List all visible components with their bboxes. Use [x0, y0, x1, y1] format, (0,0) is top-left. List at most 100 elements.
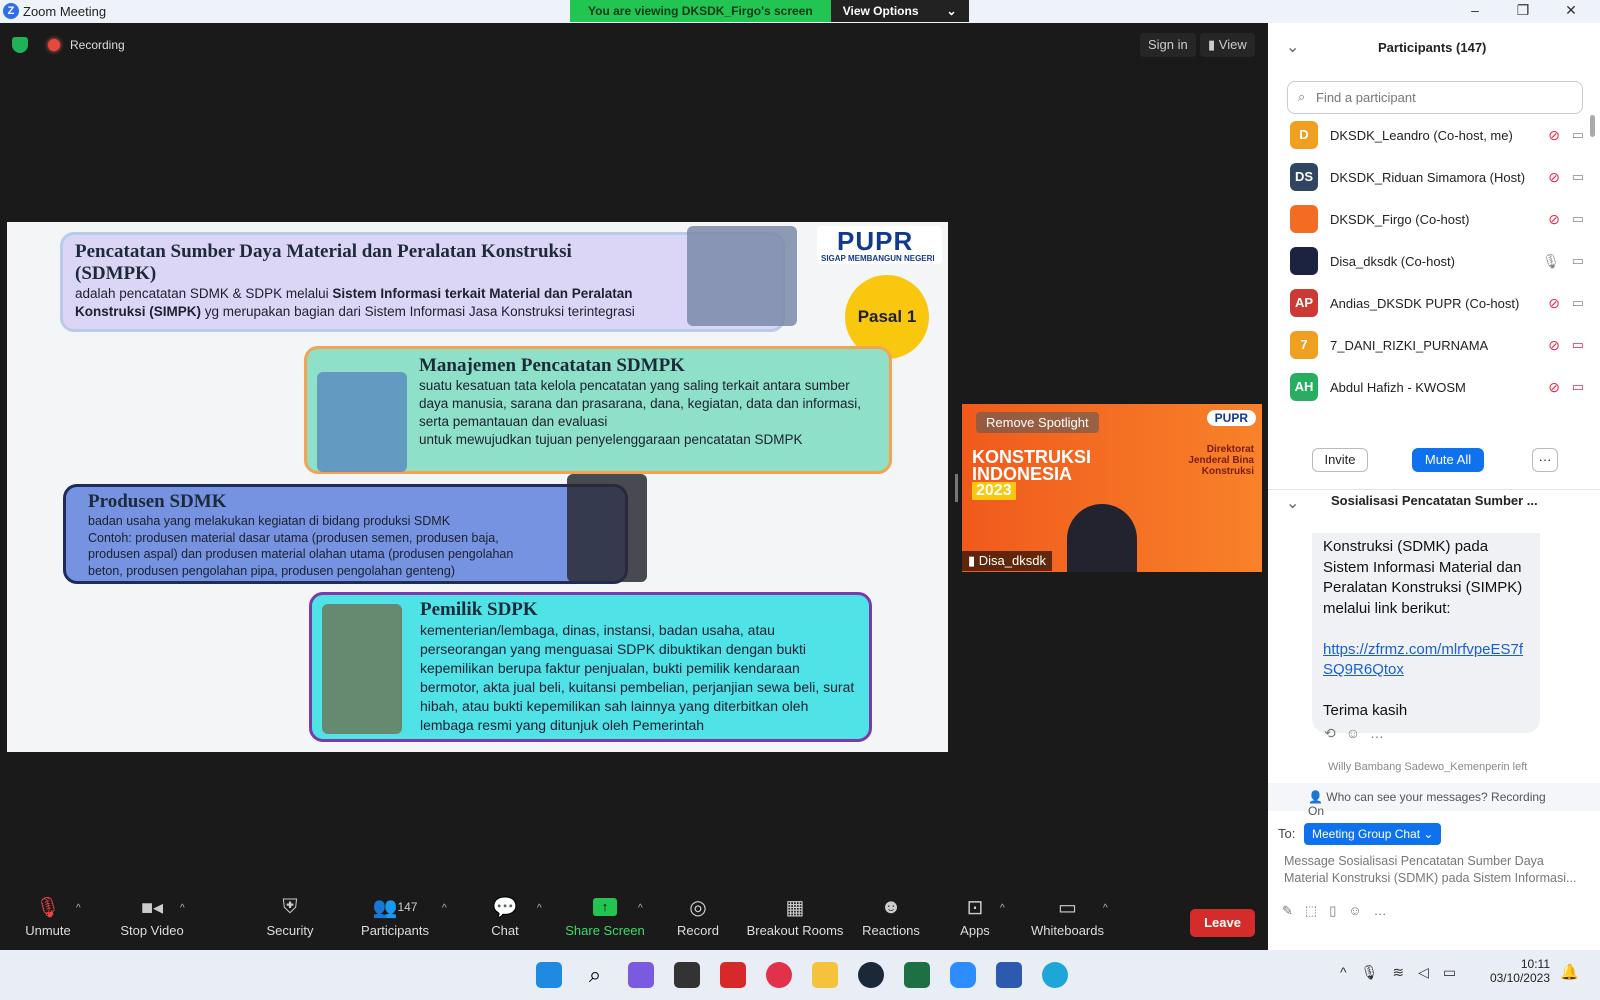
participant-row[interactable]: DKSDK_Firgo (Co-host) ⊘ ▭	[1290, 201, 1590, 237]
microphone-icon[interactable]: 🎙	[1361, 964, 1393, 980]
volume-icon[interactable]: ◁	[1418, 964, 1443, 980]
video-off-icon[interactable]: ▭	[1572, 337, 1584, 353]
mic-off-icon[interactable]: ⊘	[1548, 379, 1560, 396]
mic-icon[interactable]: 🎙	[1542, 253, 1560, 270]
unmute-button[interactable]: 🎙 Unmute	[24, 895, 72, 939]
close-icon[interactable]: ✕	[1556, 2, 1586, 19]
resize-handle[interactable]	[955, 474, 958, 502]
video-icon[interactable]: ▭	[1572, 253, 1584, 269]
restore-icon[interactable]: ❐	[1508, 2, 1538, 19]
privacy-notice[interactable]: 👤 Who can see your messages? Recording O…	[1268, 783, 1600, 818]
participant-row[interactable]: AP Andias_DKSDK PUPR (Co-host) ⊘ ▭	[1290, 285, 1590, 321]
apps-button[interactable]: ⊡ Apps	[955, 895, 995, 939]
caret-up-icon[interactable]: ^	[638, 903, 643, 914]
wifi-icon[interactable]: ≋	[1392, 964, 1418, 980]
video-icon[interactable]: ▭	[1572, 169, 1584, 185]
invite-button[interactable]: Invite	[1312, 448, 1368, 472]
video-icon[interactable]: ▭	[1572, 127, 1584, 143]
opera-icon[interactable]	[766, 962, 792, 988]
participant-row[interactable]: AH Abdul Hafizh - KWOSM ⊘ ▭	[1290, 369, 1590, 405]
stop-video-button[interactable]: ■◂ Stop Video	[112, 895, 192, 939]
businessmen-illustration	[567, 474, 647, 582]
encryption-shield-icon[interactable]	[12, 37, 28, 53]
unmute-label: Unmute	[25, 923, 71, 938]
chat-input[interactable]: Message Sosialisasi Pencatatan Sumber Da…	[1284, 853, 1584, 887]
collapse-chevron-icon[interactable]: ⌄	[1286, 37, 1299, 57]
title-body-end: yg merupakan bagian dari Sistem Informas…	[201, 304, 635, 319]
participant-row[interactable]: DS DKSDK_Riduan Simamora (Host) ⊘ ▭	[1290, 159, 1590, 195]
file-icon[interactable]: ▯	[1329, 903, 1348, 918]
search-icon[interactable]: ⌕	[582, 962, 608, 988]
caret-up-icon[interactable]: ^	[180, 903, 185, 914]
recipient-value: Meeting Group Chat	[1312, 827, 1421, 841]
reactions-icon: ☻	[880, 895, 902, 918]
mic-off-icon[interactable]: ⊘	[1548, 295, 1560, 312]
participants-button[interactable]: 👥 147 Participants	[355, 895, 435, 939]
security-button[interactable]: ⛨ Security	[255, 895, 325, 939]
breakout-rooms-button[interactable]: ▦ Breakout Rooms	[745, 895, 845, 939]
amd-icon[interactable]	[720, 962, 746, 988]
notification-bell-icon[interactable]: 🔔	[1560, 963, 1579, 981]
recipient-dropdown[interactable]: Meeting Group Chat ⌄	[1304, 823, 1442, 845]
copilot-icon[interactable]	[628, 962, 654, 988]
collapse-chevron-icon[interactable]: ⌄	[1286, 493, 1299, 513]
caret-up-icon[interactable]: ^	[1000, 903, 1005, 914]
screenshot-icon[interactable]: ⬚	[1305, 903, 1329, 918]
caret-up-icon[interactable]: ^	[537, 903, 542, 914]
participant-row[interactable]: 7 7_DANI_RIZKI_PURNAMA ⊘ ▭	[1290, 327, 1590, 363]
zoom-icon[interactable]	[950, 962, 976, 988]
emoji-react-icon[interactable]: ☺	[1346, 725, 1370, 741]
more-icon[interactable]: …	[1374, 903, 1399, 918]
spotlight-video-tile[interactable]: KONSTRUKSI INDONESIA 2023 Direktorat Jen…	[962, 404, 1262, 572]
participant-search-input[interactable]: ⌕ Find a participant	[1287, 81, 1583, 114]
battery-icon[interactable]: ▭	[1443, 964, 1470, 980]
clock[interactable]: 10:11 03/10/2023	[1488, 957, 1550, 985]
reactions-button[interactable]: ☻ Reactions	[860, 895, 922, 939]
video-off-icon[interactable]: ▭	[1572, 379, 1584, 395]
video-icon[interactable]: ▭	[1572, 211, 1584, 227]
mic-off-icon[interactable]: ⊘	[1548, 337, 1560, 354]
participant-name: Abdul Hafizh - KWOSM	[1330, 379, 1466, 395]
minimize-icon[interactable]: –	[1460, 2, 1490, 18]
task-view-icon[interactable]	[674, 962, 700, 988]
start-icon[interactable]	[536, 962, 562, 988]
caret-up-icon[interactable]: ^	[76, 903, 81, 914]
caret-up-icon[interactable]: ^	[442, 903, 447, 914]
share-screen-button[interactable]: ↑ Share Screen	[565, 895, 645, 938]
mute-all-button[interactable]: Mute All	[1412, 448, 1484, 472]
participants-scrollbar[interactable]	[1590, 115, 1595, 137]
remove-spotlight-button[interactable]: Remove Spotlight	[976, 412, 1099, 433]
system-tray[interactable]: ^🎙≋◁▭	[1340, 964, 1470, 981]
mic-off-icon[interactable]: ⊘	[1548, 169, 1560, 186]
more-options-button[interactable]: ···	[1532, 448, 1558, 472]
participant-row[interactable]: D DKSDK_Leandro (Co-host, me) ⊘ ▭	[1290, 117, 1590, 153]
whiteboards-button[interactable]: ▭ Whiteboards	[1030, 895, 1105, 939]
leave-button[interactable]: Leave	[1190, 909, 1255, 937]
record-button[interactable]: ◎ Record	[673, 895, 723, 939]
breakout-rooms-icon: ▦	[785, 896, 805, 919]
signal-icon: ▮	[968, 553, 979, 568]
view-options-button[interactable]: View Options ⌄	[830, 0, 969, 22]
participant-row[interactable]: Disa_dksdk (Co-host) 🎙 ▭	[1290, 243, 1590, 279]
mic-off-icon[interactable]: ⊘	[1548, 127, 1560, 144]
chevron-up-icon[interactable]: ^	[1340, 964, 1361, 980]
chat-message-link[interactable]: https://zfrmz.com/mlrfvpeES7fSQ9R6Qtox	[1323, 641, 1523, 679]
more-icon[interactable]: …	[1370, 725, 1394, 741]
excel-icon[interactable]	[904, 962, 930, 988]
caret-up-icon[interactable]: ^	[1103, 903, 1108, 914]
sign-in-button[interactable]: Sign in	[1140, 33, 1196, 57]
word-icon[interactable]	[996, 962, 1022, 988]
view-button[interactable]: ▮ View	[1200, 33, 1255, 57]
chevron-down-icon: ⌄	[946, 4, 957, 18]
mic-off-icon[interactable]: ⊘	[1548, 211, 1560, 228]
edge-icon[interactable]	[1042, 962, 1068, 988]
message-actions[interactable]: ⟲☺…	[1324, 725, 1394, 742]
file-explorer-icon[interactable]	[812, 962, 838, 988]
video-icon[interactable]: ▭	[1572, 295, 1584, 311]
steam-icon[interactable]	[858, 962, 884, 988]
format-icon[interactable]: ✎	[1282, 903, 1305, 918]
reply-icon[interactable]: ⟲	[1324, 725, 1346, 741]
emoji-icon[interactable]: ☺	[1348, 903, 1373, 918]
manajemen-body-2: untuk mewujudkan tujuan penyelenggaraan …	[419, 432, 803, 447]
chat-button[interactable]: 💬 Chat	[480, 895, 530, 939]
